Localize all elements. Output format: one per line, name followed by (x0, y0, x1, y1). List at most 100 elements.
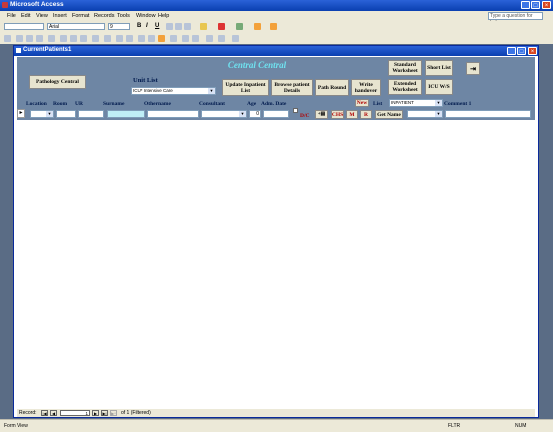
menu-insert[interactable]: Insert (53, 13, 67, 19)
insert-hyperlink-icon[interactable] (104, 35, 111, 42)
adm-date-field[interactable] (263, 110, 289, 118)
copy-icon[interactable] (70, 35, 77, 42)
spelling-icon[interactable] (48, 35, 55, 42)
delete-record-icon[interactable] (192, 35, 199, 42)
minimize-icon[interactable]: _ (521, 1, 530, 9)
font-select[interactable]: Arial (47, 23, 105, 30)
maximize-icon[interactable]: □ (531, 1, 540, 9)
close-icon[interactable]: × (542, 1, 551, 9)
menu-tools[interactable]: Tools (117, 13, 130, 19)
record-number-input[interactable]: 1 (60, 410, 90, 416)
italic-button[interactable]: I (146, 23, 148, 29)
form-title-bar: CurrentPatients1 _ □ × (14, 46, 538, 56)
room-field[interactable] (56, 110, 76, 118)
write-handover-button[interactable]: Write handover (351, 79, 381, 96)
filter-selection-icon[interactable] (138, 35, 145, 42)
get-name-button[interactable]: Get Name (375, 110, 403, 119)
new-record-icon[interactable] (182, 35, 189, 42)
menu-records[interactable]: Records (94, 13, 114, 19)
line-color-icon[interactable] (236, 23, 243, 30)
fill-color-icon[interactable] (200, 23, 207, 30)
consultant-select[interactable]: ▼ (201, 110, 247, 118)
extended-worksheet-button[interactable]: Extended Worksheet (388, 79, 422, 95)
find-icon[interactable] (170, 35, 177, 42)
bold-button[interactable]: B (137, 23, 141, 29)
chs-button[interactable]: CHS (331, 110, 344, 119)
icu-ws-button[interactable]: ICU W/S (425, 79, 453, 95)
r-button[interactable]: R (360, 110, 372, 119)
menu-edit[interactable]: Edit (21, 13, 30, 19)
font-color-icon[interactable] (218, 23, 225, 30)
surname-field[interactable] (107, 110, 145, 118)
m-button[interactable]: M (346, 110, 358, 119)
unit-list-label: Unit List (133, 77, 158, 84)
short-list-button[interactable]: Short List (425, 60, 453, 76)
special-effect-icon[interactable] (270, 23, 277, 30)
menu-format[interactable]: Format (72, 13, 89, 19)
sort-ascending-icon[interactable] (116, 35, 123, 42)
first-record-icon[interactable]: |◀ (41, 410, 48, 416)
form-close-icon[interactable]: × (528, 47, 537, 55)
align-center-icon[interactable] (175, 23, 182, 30)
print-icon[interactable] (26, 35, 33, 42)
othername-field[interactable] (147, 110, 199, 118)
new-object-icon[interactable] (218, 35, 225, 42)
align-right-icon[interactable] (184, 23, 191, 30)
status-view: Form View (4, 423, 28, 429)
unit-list-select[interactable]: ICU* Intensive Care ▼ (131, 87, 216, 95)
update-inpatient-list-button[interactable]: Update Inpatient List (222, 79, 269, 96)
comment-select[interactable]: ▼ (407, 110, 443, 118)
view-icon[interactable] (4, 35, 11, 42)
last-record-icon[interactable]: ▶| (101, 410, 108, 416)
pathology-central-button[interactable]: Pathology Central (29, 75, 86, 89)
undo-icon[interactable] (92, 35, 99, 42)
save-icon[interactable] (16, 35, 23, 42)
detail-section (17, 121, 535, 409)
font-size-select[interactable]: 9 (108, 23, 130, 30)
new-record-nav-icon[interactable]: ▶* (110, 410, 117, 416)
object-select[interactable] (4, 23, 44, 30)
standard-worksheet-button[interactable]: Standard Worksheet (388, 60, 422, 76)
record-selector[interactable]: ▸ (17, 109, 25, 118)
form-window: CurrentPatients1 _ □ × Central Central P… (13, 45, 539, 418)
help-icon[interactable] (232, 35, 239, 42)
dc-checkbox[interactable] (293, 108, 298, 113)
paste-icon[interactable] (80, 35, 87, 42)
chevron-down-icon[interactable]: ▼ (239, 111, 246, 117)
comment-field[interactable] (445, 110, 531, 118)
database-window-icon[interactable] (206, 35, 213, 42)
menu-view[interactable]: View (36, 13, 48, 19)
help-search-input[interactable]: Type a question for help (488, 12, 543, 26)
menu-help[interactable]: Help (158, 13, 169, 19)
col-comment: Comment 1 (444, 101, 472, 107)
next-record-icon[interactable]: ▶ (92, 410, 99, 416)
apply-filter-icon[interactable] (158, 35, 165, 42)
chevron-down-icon[interactable]: ▼ (435, 100, 442, 106)
form-maximize-icon[interactable]: □ (517, 47, 526, 55)
path-round-button[interactable]: Path Round (315, 79, 349, 96)
align-left-icon[interactable] (166, 23, 173, 30)
record-navigation-bar: Record: |◀ ◀ 1 ▶ ▶| ▶* of 1 (Filtered) (17, 409, 535, 417)
chevron-down-icon[interactable]: ▼ (208, 88, 215, 94)
exit-icon[interactable]: ⇥ (466, 62, 480, 75)
new-button[interactable]: New (355, 99, 369, 107)
chevron-down-icon[interactable]: ▼ (435, 111, 442, 117)
location-select[interactable]: ▼ (30, 110, 54, 118)
list-select[interactable]: INPATIENT ▼ (389, 99, 443, 107)
list-select-value: INPATIENT (391, 100, 414, 105)
add-note-icon[interactable]: +▤ (315, 110, 328, 119)
age-field[interactable]: 0 (249, 110, 261, 118)
menu-window[interactable]: Window (136, 13, 156, 19)
print-preview-icon[interactable] (36, 35, 43, 42)
underline-button[interactable]: U (155, 23, 159, 29)
ur-field[interactable] (78, 110, 104, 118)
line-width-icon[interactable] (254, 23, 261, 30)
filter-form-icon[interactable] (148, 35, 155, 42)
menu-file[interactable]: File (7, 13, 16, 19)
prev-record-icon[interactable]: ◀ (50, 410, 57, 416)
sort-descending-icon[interactable] (126, 35, 133, 42)
browse-patient-details-button[interactable]: Browse patient Details (271, 79, 313, 96)
form-minimize-icon[interactable]: _ (507, 47, 516, 55)
cut-icon[interactable] (60, 35, 67, 42)
chevron-down-icon[interactable]: ▼ (46, 111, 53, 117)
